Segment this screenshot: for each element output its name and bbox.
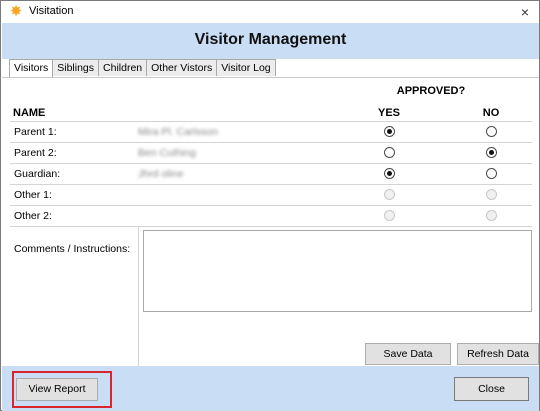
close-icon[interactable]: × [517,3,533,21]
row-label: Parent 2: [14,147,57,159]
yes-radio[interactable] [384,126,395,137]
page-title: Visitor Management [194,31,347,48]
row-label: Guardian: [14,168,61,180]
yes-radio[interactable] [384,147,395,158]
visitor-row-parent-2: Parent 2: Ben Cuthing [10,142,532,163]
footer-band: View Report Close [2,366,539,411]
yes-radio[interactable] [384,189,395,200]
no-radio[interactable] [486,189,497,200]
no-radio[interactable] [486,168,497,179]
no-radio[interactable] [486,210,497,221]
header-band: Visitor Management [2,23,539,59]
sun-icon: ✸ [9,3,23,20]
visitors-panel: APPROVED? NAME YES NO Parent 1: Mira Pl.… [2,77,539,366]
no-header: NO [482,107,500,119]
no-radio[interactable] [486,126,497,137]
title-bar: ✸ Visitation × [1,1,539,23]
no-radio[interactable] [486,147,497,158]
tab-children[interactable]: Children [98,59,148,76]
visitor-row-guardian: Guardian: Jhrd oline [10,163,532,184]
tab-strip: Visitors Siblings Children Other Vistors… [9,59,276,77]
visitor-row-parent-1: Parent 1: Mira Pl. Carlsson [10,121,532,142]
name-header: NAME [13,107,46,119]
tab-visitors[interactable]: Visitors [9,59,54,77]
tab-other-visitors[interactable]: Other Vistors [146,59,218,76]
row-label: Other 2: [14,210,52,222]
refresh-data-button[interactable]: Refresh Data [457,343,539,365]
tab-visitor-log[interactable]: Visitor Log [216,59,276,76]
window-title: Visitation [29,5,74,17]
yes-radio[interactable] [384,168,395,179]
row-label: Parent 1: [14,126,57,138]
save-data-button[interactable]: Save Data [365,343,451,365]
visitor-name: Jhrd oline [138,168,184,180]
approved-header: APPROVED? [396,85,466,97]
visitor-name: Ben Cuthing [138,147,196,159]
visitation-window: ✸ Visitation × Visitor Management Visito… [0,0,540,411]
comments-label: Comments / Instructions: [14,243,131,255]
close-button[interactable]: Close [454,377,529,401]
table-divider [10,226,532,227]
yes-radio[interactable] [384,210,395,221]
comments-textarea[interactable] [143,230,532,312]
view-report-button[interactable]: View Report [16,378,98,401]
yes-header: YES [377,107,400,119]
comments-divider [138,226,139,366]
visitor-row-other-1: Other 1: [10,184,532,205]
visitor-row-other-2: Other 2: [10,205,532,226]
visitor-name: Mira Pl. Carlsson [138,126,218,138]
tab-siblings[interactable]: Siblings [52,59,100,76]
row-label: Other 1: [14,189,52,201]
